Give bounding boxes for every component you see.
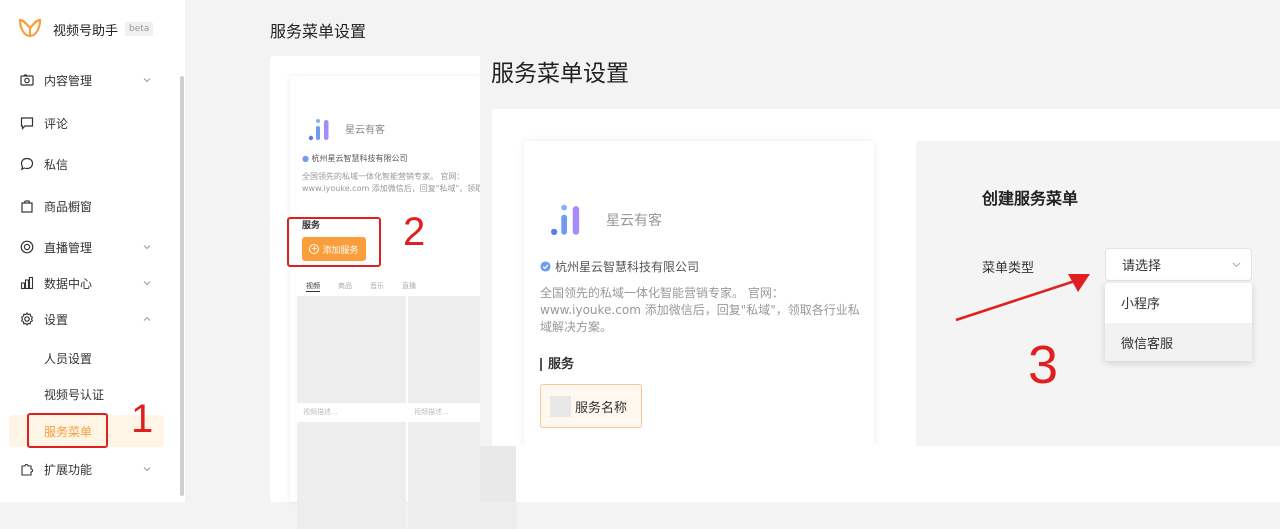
annotation-arrow [955, 274, 1090, 322]
brand-logo-icon [551, 204, 580, 235]
chevron-down-icon [143, 281, 151, 286]
app-logo-icon [18, 18, 42, 38]
video-caption: 视频描述... [303, 408, 338, 416]
bottom-area [516, 446, 1280, 502]
sidebar-item-extension[interactable]: 扩展功能 [0, 451, 178, 487]
chevron-down-icon [143, 245, 151, 250]
sidebar-item-label: 内容管理 [44, 73, 93, 88]
profile-company: 杭州星云智慧科技有限公司 [540, 258, 699, 275]
sidebar-item-label: 评论 [44, 116, 69, 131]
sidebar-item-label: 商品橱窗 [44, 199, 93, 214]
live-icon [20, 240, 34, 254]
annotation-step3: 3 [1028, 335, 1059, 395]
menu-type-dropdown: 小程序 微信客服 [1105, 283, 1252, 361]
profile-company: ● 杭州星云智慧科技有限公司 [302, 154, 408, 163]
beta-badge: beta [125, 22, 154, 36]
sidebar-item-data[interactable]: 数据中心 [0, 265, 178, 301]
menu-type-select[interactable]: 请选择 [1105, 248, 1252, 281]
sidebar-item-shop[interactable]: 商品橱窗 [0, 188, 178, 224]
profile-tabs: 视频 商品 音乐 直播 [306, 281, 416, 292]
app-title: 视频号助手 [53, 24, 119, 39]
sidebar-item-label: 数据中心 [44, 276, 93, 291]
sidebar-item-label: 扩展功能 [44, 462, 93, 477]
profile-description: 全国领先的私域一体化智能营销专家。 官网： www.iyouke.com 添加微… [302, 172, 482, 193]
sidebar-item-comments[interactable]: 评论 [0, 105, 178, 141]
chevron-down-icon [143, 78, 151, 83]
comment-icon [20, 116, 34, 130]
sidebar-item-content[interactable]: 内容管理 [0, 62, 178, 98]
bottom-strip [480, 446, 516, 502]
services-section-title: 服务 [540, 358, 574, 371]
sidebar-subitem-label: 视频号认证 [44, 387, 105, 402]
service-name: 服务名称 [575, 400, 628, 416]
overlay-page-title: 服务菜单设置 [491, 61, 629, 87]
tab-products[interactable]: 商品 [338, 281, 352, 292]
annotation-step2: 2 [403, 210, 426, 254]
brand-logo-icon [308, 119, 329, 141]
tab-live[interactable]: 直播 [402, 281, 416, 292]
sidebar-item-label: 私信 [44, 157, 69, 172]
sidebar-item-label: 设置 [44, 312, 69, 327]
video-caption: 视频描述... [414, 408, 449, 416]
bar-chart-icon [20, 276, 34, 290]
sidebar-scrollbar[interactable] [180, 76, 184, 496]
annotation-step1: 1 [131, 397, 154, 441]
chat-bubble-icon [20, 157, 34, 171]
sidebar-subitem-label: 人员设置 [44, 351, 93, 366]
video-thumbnail[interactable]: 视频描述... [297, 296, 406, 416]
sidebar-item-label: 直播管理 [44, 240, 93, 255]
page-title: 服务菜单设置 [270, 22, 367, 41]
camera-icon [20, 73, 34, 87]
service-thumbnail [550, 395, 571, 417]
tab-music[interactable]: 音乐 [370, 281, 384, 292]
form-title: 创建服务菜单 [982, 189, 1079, 208]
verified-icon: ● [302, 154, 309, 163]
service-item[interactable]: 服务名称 [540, 384, 642, 428]
option-mini-program[interactable]: 小程序 [1105, 283, 1252, 321]
video-thumbnail[interactable] [297, 422, 406, 529]
annotation-box-step2 [287, 217, 381, 267]
verified-icon [540, 261, 551, 272]
extension-icon [20, 462, 34, 476]
sidebar-item-messages[interactable]: 私信 [0, 146, 178, 182]
select-placeholder: 请选择 [1122, 259, 1162, 274]
profile-name: 星云有客 [345, 125, 385, 136]
chevron-up-icon [143, 316, 151, 321]
sidebar-item-settings[interactable]: 设置 [0, 301, 178, 337]
sidebar-item-live[interactable]: 直播管理 [0, 229, 178, 265]
chevron-down-icon [1232, 262, 1241, 268]
tab-video[interactable]: 视频 [306, 281, 320, 292]
chevron-down-icon [143, 467, 151, 472]
annotation-box-step1 [27, 413, 108, 448]
shopping-bag-icon [20, 199, 34, 213]
video-grid: 视频描述... 视频描述... [297, 296, 517, 529]
sidebar-subitem-staff[interactable]: 人员设置 [0, 342, 178, 374]
profile-description: 全国领先的私域一体化智能营销专家。 官网：www.iyouke.com 添加微信… [540, 286, 860, 334]
profile-name: 星云有客 [606, 213, 662, 229]
gear-icon [20, 312, 34, 326]
option-wechat-service[interactable]: 微信客服 [1105, 323, 1252, 361]
